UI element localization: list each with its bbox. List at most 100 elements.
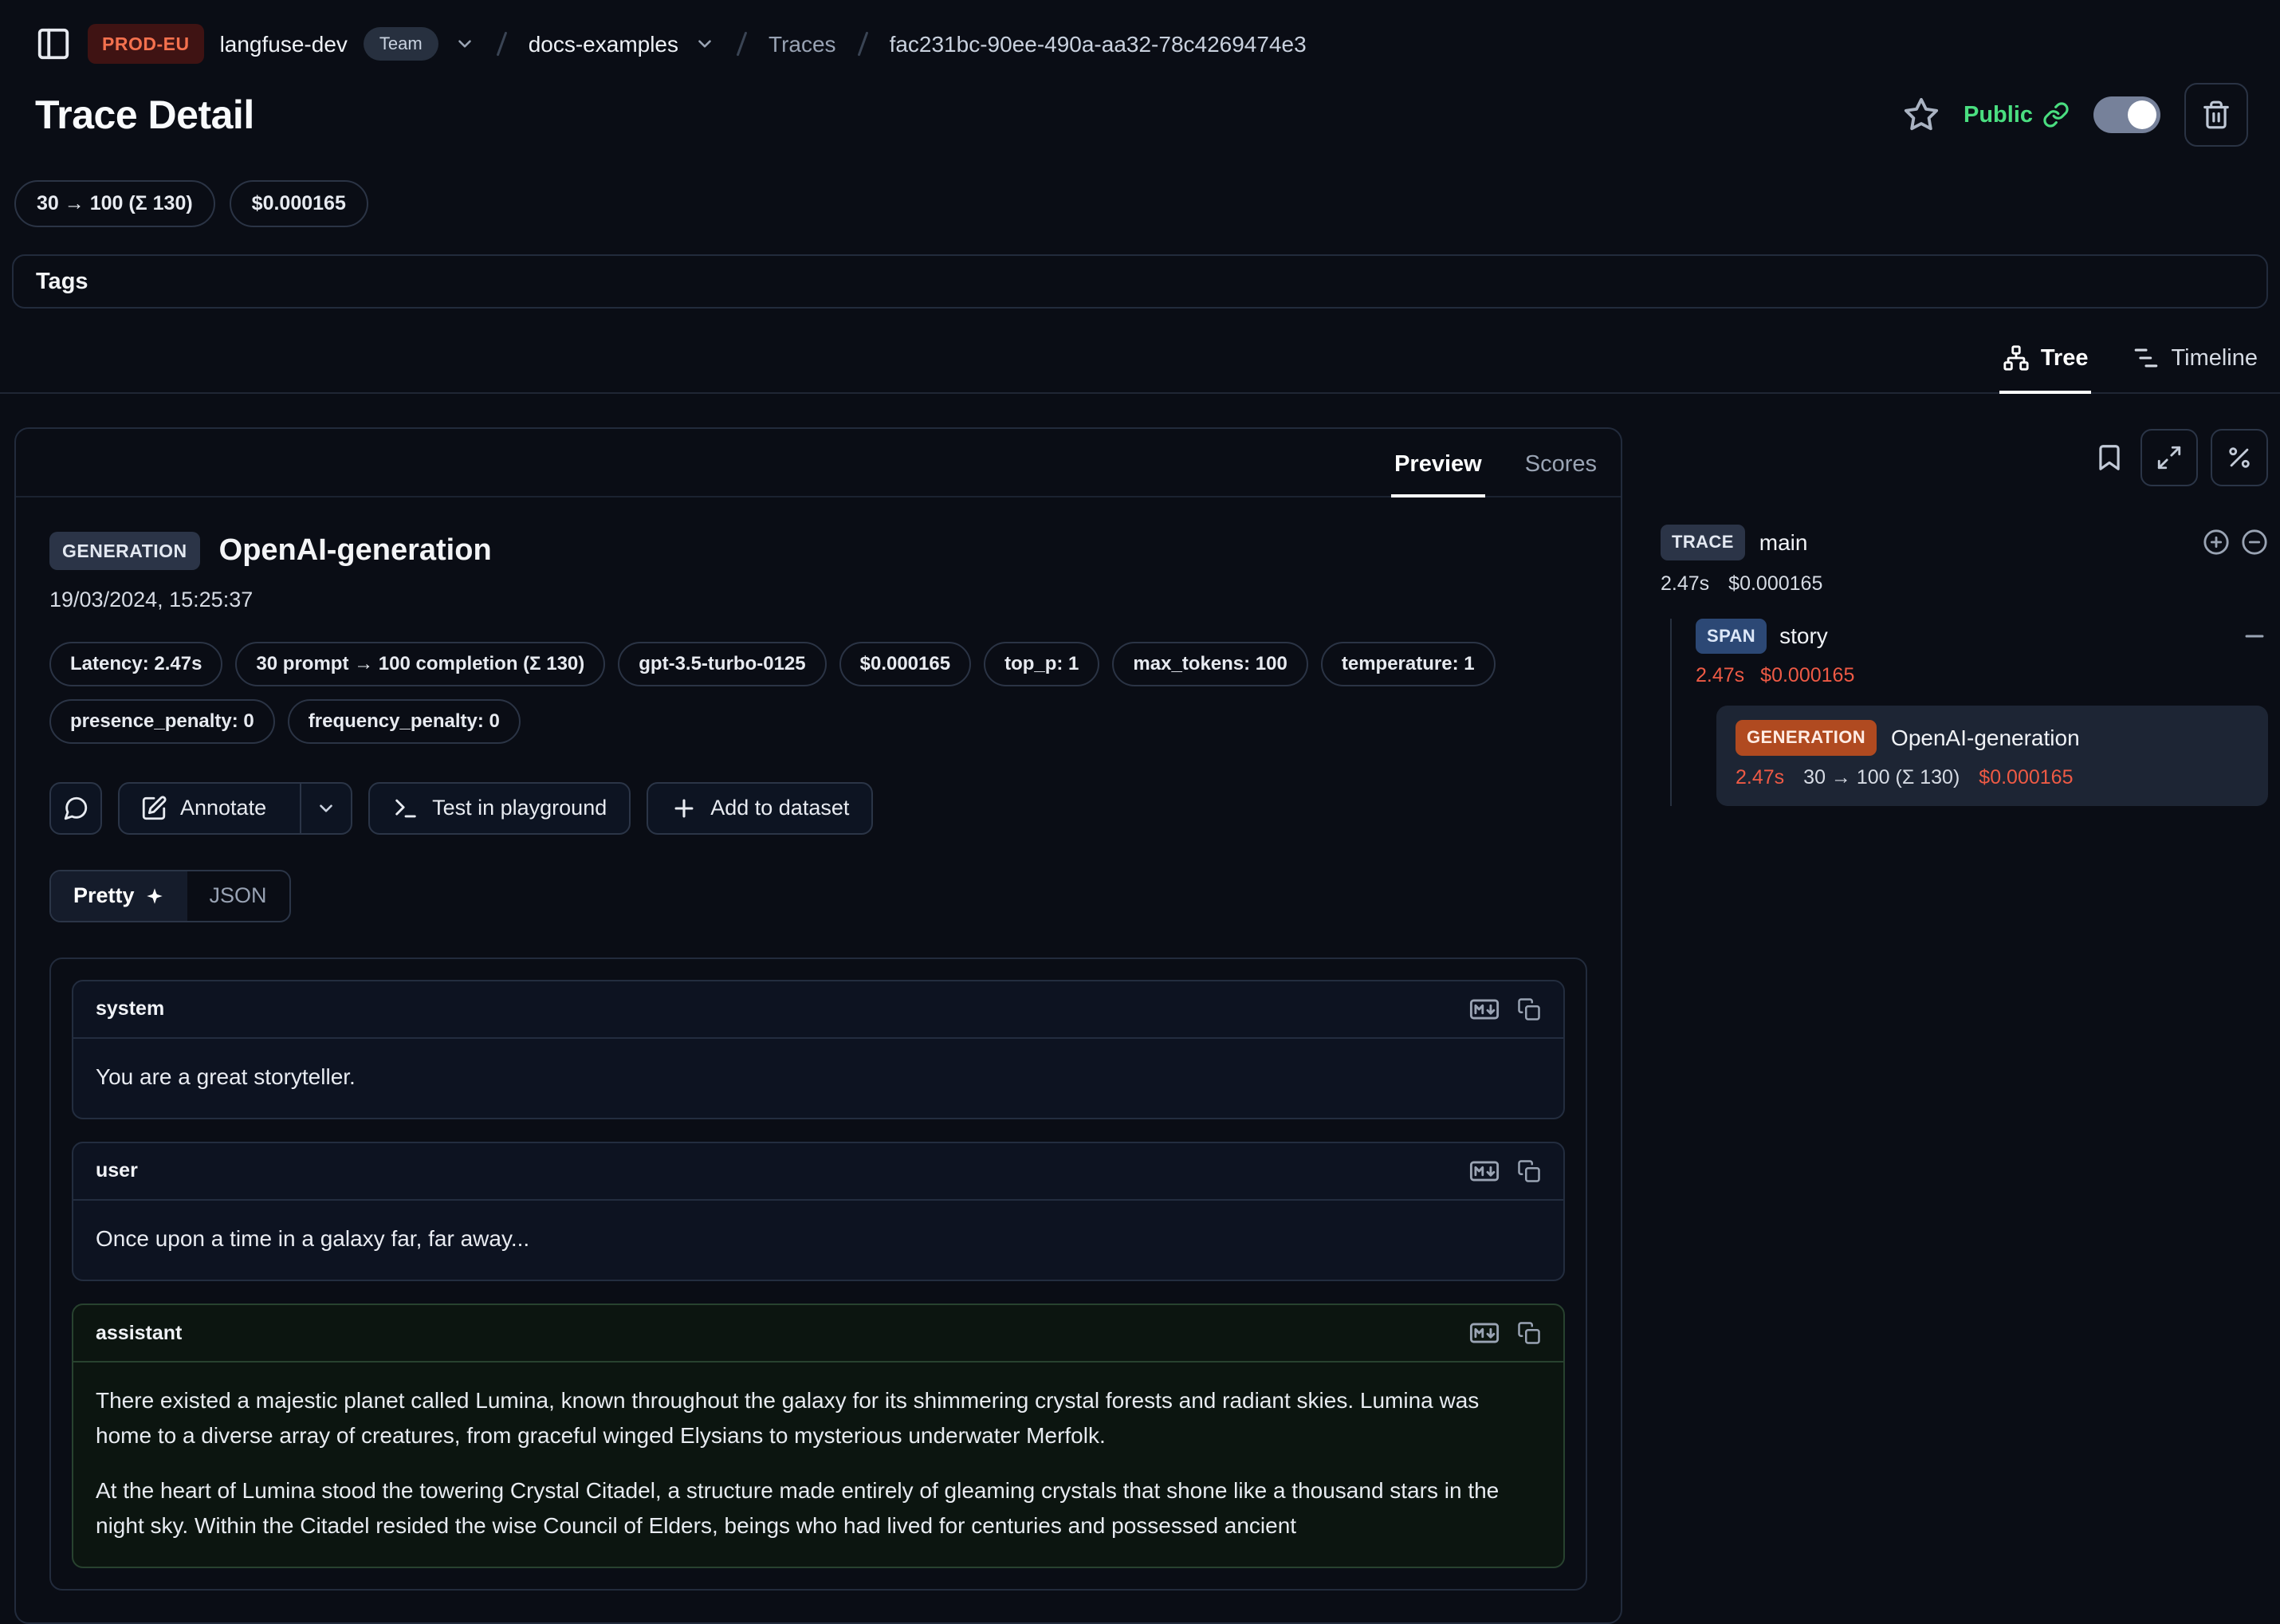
tab-scores[interactable]: Scores bbox=[1522, 429, 1600, 498]
tree-node-trace[interactable]: TRACE main bbox=[1661, 525, 2268, 560]
tab-timeline-label: Timeline bbox=[2171, 342, 2258, 375]
copy-button[interactable] bbox=[1517, 997, 1541, 1021]
title-actions: Public bbox=[1903, 83, 2248, 147]
span-metrics: 2.47s $0.000165 bbox=[1696, 662, 2268, 690]
markdown-toggle-button[interactable] bbox=[1469, 1156, 1500, 1186]
copy-icon bbox=[1517, 1159, 1541, 1183]
message-assistant: assistant There existed a majestic plane… bbox=[72, 1304, 1565, 1568]
collapse-nodes-button[interactable] bbox=[2241, 529, 2268, 556]
chevron-down-icon bbox=[454, 33, 475, 54]
tab-tree[interactable]: Tree bbox=[1999, 337, 2092, 394]
tab-preview[interactable]: Preview bbox=[1391, 429, 1485, 498]
breadcrumb: PROD-EU langfuse-dev Team docs-examples … bbox=[0, 0, 2280, 64]
tree-node-generation-selected[interactable]: GENERATION OpenAI-generation 2.47s 30 → … bbox=[1716, 706, 2268, 806]
token-usage-pill: 30 prompt → 100 completion (Σ 130) bbox=[235, 642, 605, 686]
generation-cost: $0.000165 bbox=[1979, 764, 2073, 792]
public-toggle[interactable] bbox=[2093, 96, 2160, 133]
project-switcher-button[interactable] bbox=[694, 33, 715, 54]
span-collapse-control bbox=[2241, 623, 2268, 650]
message-tools bbox=[1469, 994, 1541, 1024]
top-p-pill: top_p: 1 bbox=[984, 642, 1099, 686]
observation-type-badge: GENERATION bbox=[49, 532, 200, 570]
trace-type-badge: TRACE bbox=[1661, 525, 1745, 560]
breadcrumb-org[interactable]: langfuse-dev bbox=[220, 29, 348, 60]
org-switcher-button[interactable] bbox=[454, 33, 475, 54]
message-tools bbox=[1469, 1318, 1541, 1348]
tags-label: Tags bbox=[36, 265, 88, 298]
sidebar-toggle-button[interactable] bbox=[35, 26, 72, 62]
copy-button[interactable] bbox=[1517, 1159, 1541, 1183]
markdown-icon bbox=[1469, 994, 1500, 1024]
observation-header: GENERATION OpenAI-generation bbox=[49, 529, 1587, 572]
annotate-label: Annotate bbox=[180, 793, 266, 824]
trace-metrics: 2.47s $0.000165 bbox=[1661, 570, 2268, 598]
tree-children: SPAN story 2.47s $0.000165 GENERATION Op… bbox=[1670, 619, 2268, 807]
tree-icon bbox=[2003, 344, 2030, 372]
breadcrumb-traces-link[interactable]: Traces bbox=[769, 29, 836, 60]
messages-container: system You are a great storyteller. bbox=[49, 957, 1587, 1591]
presence-penalty-pill: presence_penalty: 0 bbox=[49, 699, 275, 744]
annotations-button[interactable] bbox=[2094, 442, 2125, 473]
delete-trace-button[interactable] bbox=[2184, 83, 2248, 147]
json-label: JSON bbox=[210, 881, 267, 911]
bookmark-trace-button[interactable] bbox=[1903, 96, 1940, 133]
playground-button[interactable]: Test in playground bbox=[368, 782, 631, 835]
add-to-dataset-button[interactable]: Add to dataset bbox=[647, 782, 873, 835]
environment-badge: PROD-EU bbox=[88, 24, 204, 64]
link-icon[interactable] bbox=[2042, 101, 2070, 128]
annotate-dropdown-button[interactable] bbox=[300, 784, 351, 833]
trace-latency: 2.47s bbox=[1661, 570, 1709, 598]
trace-name: main bbox=[1759, 527, 1808, 558]
breadcrumb-project[interactable]: docs-examples bbox=[529, 29, 678, 60]
assistant-paragraph: At the heart of Lumina stood the towerin… bbox=[96, 1473, 1541, 1543]
org-type-badge: Team bbox=[364, 27, 438, 61]
page-title: Trace Detail bbox=[35, 87, 254, 143]
copy-button[interactable] bbox=[1517, 1321, 1541, 1345]
tree-node-span[interactable]: SPAN story bbox=[1696, 619, 2268, 655]
cost-badge: $0.000165 bbox=[230, 180, 368, 227]
breadcrumb-separator bbox=[857, 32, 868, 57]
observation-metadata-pills: Latency: 2.47s 30 prompt → 100 completio… bbox=[49, 642, 1587, 743]
expand-all-button[interactable] bbox=[2140, 429, 2198, 486]
format-pretty-segment[interactable]: Pretty bbox=[51, 871, 187, 921]
generation-tokens: 30 → 100 (Σ 130) bbox=[1803, 764, 1960, 792]
generation-type-badge: GENERATION bbox=[1736, 720, 1877, 756]
model-pill[interactable]: gpt-3.5-turbo-0125 bbox=[618, 642, 826, 686]
tab-timeline[interactable]: Timeline bbox=[2129, 337, 2261, 394]
annotate-button[interactable]: Annotate bbox=[120, 784, 287, 833]
copy-icon bbox=[1517, 1321, 1541, 1345]
message-system: system You are a great storyteller. bbox=[72, 980, 1565, 1119]
view-tabs: Tree Timeline bbox=[0, 337, 2280, 394]
panel-tabs: Preview Scores bbox=[16, 429, 1621, 498]
message-content: You are a great storyteller. bbox=[73, 1039, 1563, 1118]
plus-icon bbox=[670, 795, 698, 822]
minus-icon bbox=[2241, 623, 2268, 650]
bookmark-icon bbox=[2094, 442, 2125, 473]
observation-actions: Annotate Test in playground Add to datas… bbox=[49, 782, 1587, 835]
observation-card: Preview Scores GENERATION OpenAI-generat… bbox=[14, 427, 1622, 1624]
tab-tree-label: Tree bbox=[2041, 342, 2089, 375]
trace-tree-panel: TRACE main 2.47s $0.000165 SPAN story bbox=[1661, 427, 2268, 806]
main-content: Preview Scores GENERATION OpenAI-generat… bbox=[0, 427, 2280, 1624]
add-to-dataset-label: Add to dataset bbox=[710, 796, 849, 820]
tab-preview-label: Preview bbox=[1394, 451, 1482, 477]
expand-nodes-button[interactable] bbox=[2203, 529, 2230, 556]
message-tools bbox=[1469, 1156, 1541, 1186]
panel-left-icon bbox=[35, 26, 72, 62]
temperature-pill: temperature: 1 bbox=[1321, 642, 1496, 686]
breadcrumb-separator bbox=[496, 32, 507, 57]
timeline-icon bbox=[2133, 344, 2160, 372]
markdown-toggle-button[interactable] bbox=[1469, 994, 1500, 1024]
message-header: user bbox=[73, 1143, 1563, 1201]
markdown-toggle-button[interactable] bbox=[1469, 1318, 1500, 1348]
toggle-metrics-button[interactable] bbox=[2211, 429, 2268, 486]
collapse-span-button[interactable] bbox=[2241, 623, 2268, 650]
public-status: Public bbox=[1964, 99, 2070, 132]
message-content: Once upon a time in a galaxy far, far aw… bbox=[73, 1201, 1563, 1280]
format-json-segment[interactable]: JSON bbox=[187, 871, 289, 921]
comment-button[interactable] bbox=[49, 782, 102, 835]
sparkles-icon bbox=[144, 886, 165, 906]
title-row: Trace Detail Public bbox=[0, 64, 2280, 147]
tree-toolbar bbox=[1661, 429, 2268, 486]
tags-section[interactable]: Tags bbox=[12, 254, 2268, 309]
